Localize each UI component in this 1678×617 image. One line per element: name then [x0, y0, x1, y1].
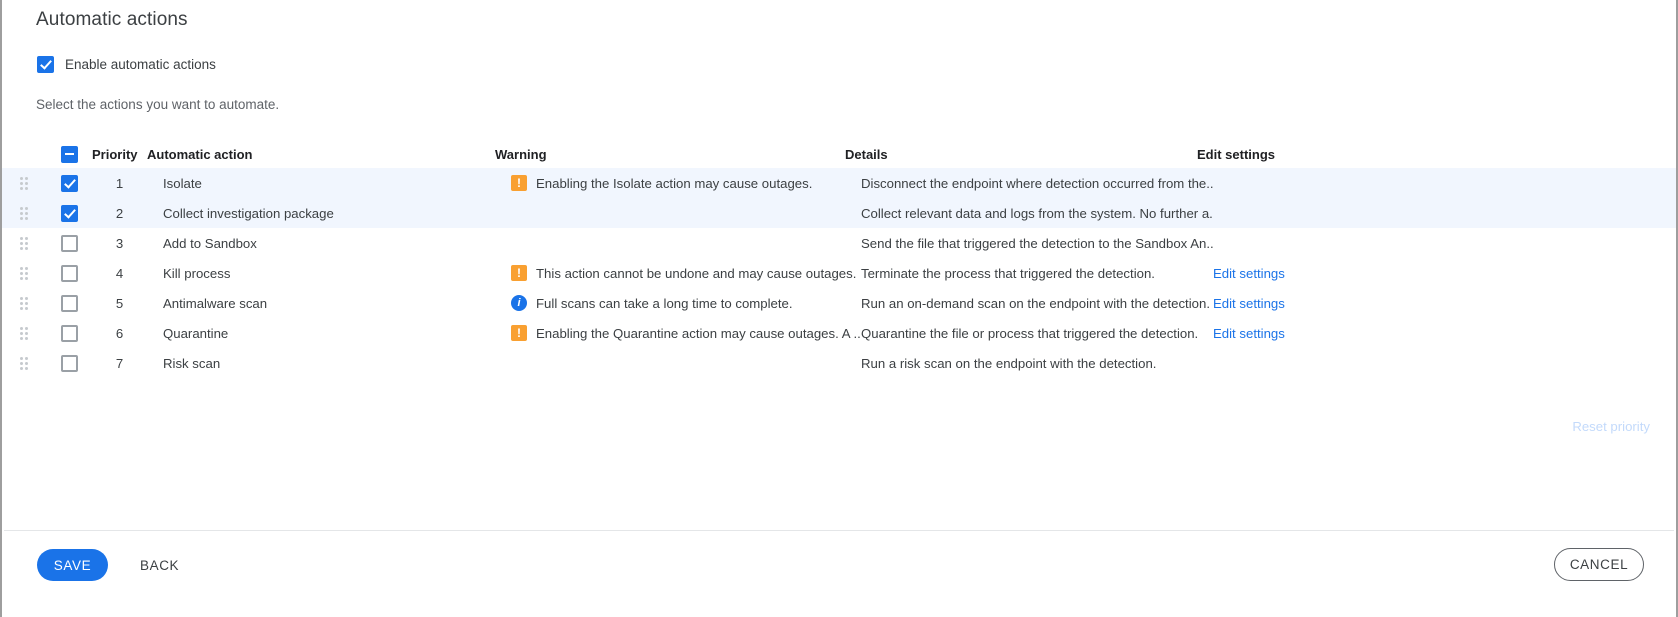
cell-automatic-action: Collect investigation package	[163, 206, 511, 221]
cell-details: Run a risk scan on the endpoint with the…	[861, 356, 1213, 371]
drag-handle-icon[interactable]	[20, 207, 28, 220]
row-select-cell[interactable]	[46, 235, 92, 252]
instruction-text: Select the actions you want to automate.	[36, 97, 279, 112]
cell-priority: 6	[92, 326, 163, 341]
table-header-row: Priority Automatic action Warning Detail…	[2, 140, 1676, 168]
cell-priority: 7	[92, 356, 163, 371]
warning-text: Enabling the Quarantine action may cause…	[536, 326, 861, 341]
row-checkbox[interactable]	[61, 205, 78, 222]
row-checkbox[interactable]	[61, 295, 78, 312]
warning-text: Full scans can take a long time to compl…	[536, 296, 793, 311]
reset-priority-link[interactable]: Reset priority	[1572, 419, 1650, 434]
cell-priority: 4	[92, 266, 163, 281]
footer-toolbar: SAVE BACK CANCEL	[4, 530, 1674, 617]
cell-automatic-action: Isolate	[163, 176, 511, 191]
column-header-details: Details	[845, 147, 1197, 162]
row-select-cell[interactable]	[46, 205, 92, 222]
cell-automatic-action: Kill process	[163, 266, 511, 281]
drag-handle-icon[interactable]	[20, 177, 28, 190]
row-select-cell[interactable]	[46, 265, 92, 282]
warning-icon: !	[511, 325, 527, 341]
enable-automatic-actions-checkbox[interactable]	[37, 56, 54, 73]
cancel-button[interactable]: CANCEL	[1554, 548, 1644, 581]
cell-automatic-action: Quarantine	[163, 326, 511, 341]
row-select-cell[interactable]	[46, 295, 92, 312]
cell-edit-settings: Edit settings	[1213, 266, 1513, 281]
cell-automatic-action: Risk scan	[163, 356, 511, 371]
drag-handle-icon[interactable]	[20, 297, 28, 310]
enable-automatic-actions-label: Enable automatic actions	[65, 57, 216, 72]
table-row[interactable]: 3Add to Sandbox Send the file that trigge…	[2, 228, 1676, 258]
row-drag-cell[interactable]	[2, 327, 46, 340]
edit-settings-link[interactable]: Edit settings	[1213, 296, 1285, 311]
row-drag-cell[interactable]	[2, 357, 46, 370]
warning-icon: !	[511, 265, 527, 281]
edit-settings-link[interactable]: Edit settings	[1213, 266, 1285, 281]
page-title: Automatic actions	[36, 9, 188, 31]
table-row[interactable]: 7Risk scan Run a risk scan on the endpoin…	[2, 348, 1676, 378]
edit-settings-link[interactable]: Edit settings	[1213, 326, 1285, 341]
table-row[interactable]: 5Antimalware scani Full scans can take a …	[2, 288, 1676, 318]
row-select-cell[interactable]	[46, 355, 92, 372]
cell-priority: 3	[92, 236, 163, 251]
cell-details: Send the file that triggered the detecti…	[861, 236, 1213, 251]
warning-text: Enabling the Isolate action may cause ou…	[536, 176, 812, 191]
column-header-automatic-action: Automatic action	[147, 147, 495, 162]
row-drag-cell[interactable]	[2, 237, 46, 250]
cell-warning: i Full scans can take a long time to comp…	[511, 295, 861, 311]
cell-warning: ! Enabling the Isolate action may cause o…	[511, 175, 861, 191]
column-header-priority: Priority	[92, 147, 147, 162]
row-drag-cell[interactable]	[2, 207, 46, 220]
table-row[interactable]: 2Collect investigation package Collect re…	[2, 198, 1676, 228]
table-row[interactable]: 4Kill process! This action cannot be undo…	[2, 258, 1676, 288]
table-body: 1Isolate! Enabling the Isolate action may…	[2, 168, 1676, 378]
cell-automatic-action: Add to Sandbox	[163, 236, 511, 251]
select-all-checkbox[interactable]	[61, 146, 78, 163]
row-select-cell[interactable]	[46, 175, 92, 192]
automatic-actions-panel: Automatic actions Enable automatic actio…	[0, 0, 1678, 617]
cell-priority: 2	[92, 206, 163, 221]
automatic-actions-table: Priority Automatic action Warning Detail…	[2, 140, 1676, 378]
cell-priority: 5	[92, 296, 163, 311]
cell-details: Run an on-demand scan on the endpoint wi…	[861, 296, 1213, 311]
drag-handle-icon[interactable]	[20, 237, 28, 250]
cell-details: Terminate the process that triggered the…	[861, 266, 1213, 281]
warning-icon: !	[511, 175, 527, 191]
header-select-all-cell[interactable]	[46, 146, 92, 163]
cell-details: Disconnect the endpoint where detection …	[861, 176, 1213, 191]
info-icon: i	[511, 295, 527, 311]
enable-automatic-actions-row[interactable]: Enable automatic actions	[37, 56, 216, 73]
warning-text: This action cannot be undone and may cau…	[536, 266, 856, 281]
cell-warning: ! This action cannot be undone and may ca…	[511, 265, 861, 281]
column-header-warning: Warning	[495, 147, 845, 162]
drag-handle-icon[interactable]	[20, 267, 28, 280]
row-checkbox[interactable]	[61, 325, 78, 342]
row-drag-cell[interactable]	[2, 177, 46, 190]
cell-edit-settings: Edit settings	[1213, 296, 1513, 311]
cell-details: Collect relevant data and logs from the …	[861, 206, 1213, 221]
row-checkbox[interactable]	[61, 265, 78, 282]
row-select-cell[interactable]	[46, 325, 92, 342]
back-button[interactable]: BACK	[132, 549, 187, 581]
cell-details: Quarantine the file or process that trig…	[861, 326, 1213, 341]
row-drag-cell[interactable]	[2, 297, 46, 310]
save-button[interactable]: SAVE	[37, 549, 108, 581]
table-row[interactable]: 1Isolate! Enabling the Isolate action may…	[2, 168, 1676, 198]
drag-handle-icon[interactable]	[20, 357, 28, 370]
row-drag-cell[interactable]	[2, 267, 46, 280]
cell-edit-settings: Edit settings	[1213, 326, 1513, 341]
row-checkbox[interactable]	[61, 175, 78, 192]
cell-automatic-action: Antimalware scan	[163, 296, 511, 311]
cell-warning: ! Enabling the Quarantine action may caus…	[511, 325, 861, 341]
row-checkbox[interactable]	[61, 355, 78, 372]
column-header-edit-settings: Edit settings	[1197, 147, 1497, 162]
row-checkbox[interactable]	[61, 235, 78, 252]
cell-priority: 1	[92, 176, 163, 191]
drag-handle-icon[interactable]	[20, 327, 28, 340]
table-row[interactable]: 6Quarantine! Enabling the Quarantine acti…	[2, 318, 1676, 348]
